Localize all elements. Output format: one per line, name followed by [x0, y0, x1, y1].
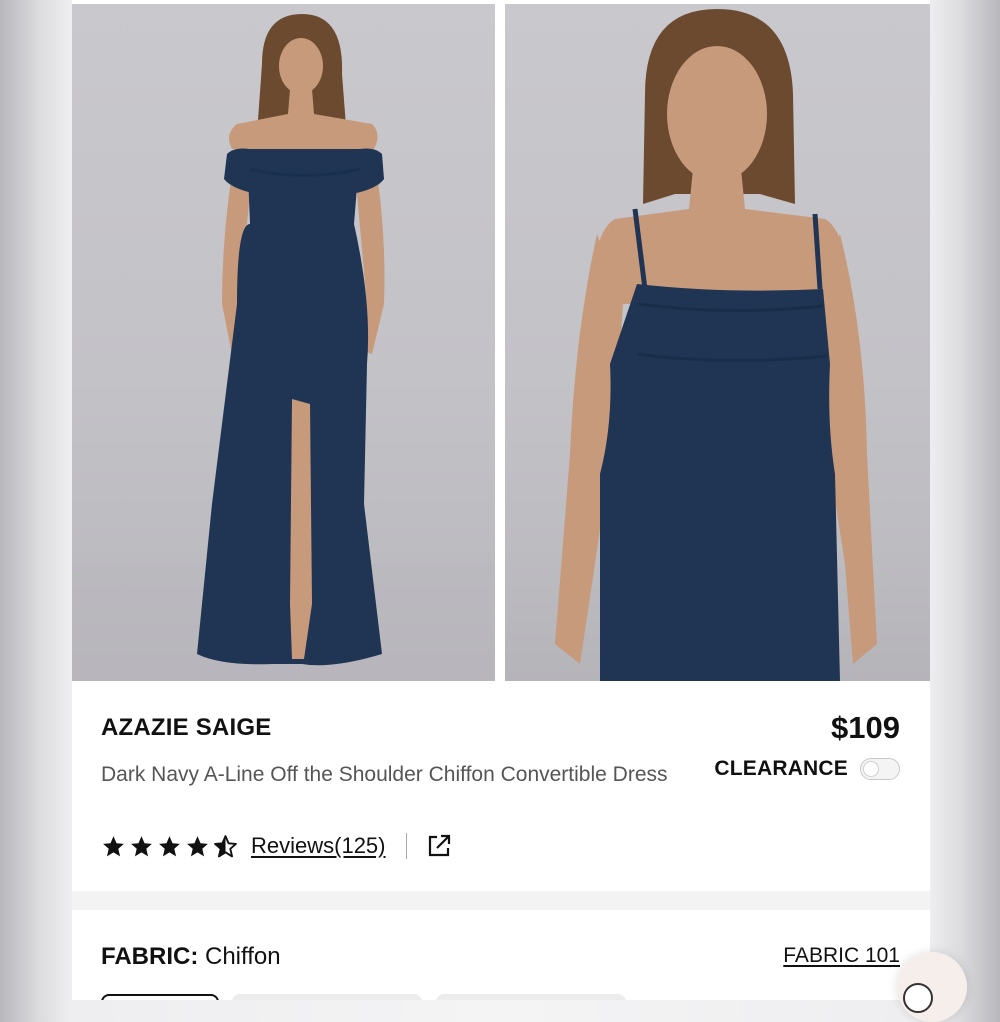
- section-divider: [72, 891, 930, 910]
- reviews-link[interactable]: Reviews(125): [251, 833, 386, 859]
- fabric-section: FABRIC: Chiffon FABRIC 101: [72, 910, 930, 1000]
- chat-icon[interactable]: [903, 983, 933, 1013]
- rating-row: Reviews(125): [101, 829, 453, 863]
- fabric-option[interactable]: [232, 994, 422, 1000]
- product-image-gallery: [72, 4, 930, 681]
- star-icon: [129, 834, 154, 859]
- product-image-closeup[interactable]: [505, 4, 930, 681]
- fabric-101-link[interactable]: FABRIC 101: [783, 944, 900, 968]
- divider: [405, 833, 407, 859]
- toggle-knob: [863, 760, 879, 777]
- fabric-option-selected[interactable]: [101, 994, 219, 1000]
- product-price: $109: [831, 710, 900, 745]
- clearance-label: CLEARANCE: [714, 757, 848, 780]
- product-image-full-length[interactable]: [72, 4, 495, 681]
- product-brand: AZAZIE SAIGE: [101, 714, 272, 741]
- star-icon: [101, 834, 126, 859]
- fabric-option[interactable]: [436, 994, 626, 1000]
- clearance-toggle[interactable]: [860, 758, 900, 780]
- rating-stars: [101, 834, 238, 859]
- clearance-row: CLEARANCE: [714, 757, 900, 781]
- fabric-label-key: FABRIC:: [101, 943, 199, 970]
- product-info: AZAZIE SAIGE $109 Dark Navy A-Line Off t…: [72, 681, 930, 891]
- product-card: AZAZIE SAIGE $109 Dark Navy A-Line Off t…: [72, 0, 930, 1000]
- star-icon: [185, 834, 210, 859]
- half-star-icon: [213, 834, 238, 859]
- star-icon: [157, 834, 182, 859]
- external-link-icon[interactable]: [425, 832, 453, 860]
- fabric-value: Chiffon: [205, 943, 281, 970]
- product-name: Dark Navy A-Line Off the Shoulder Chiffo…: [101, 763, 668, 786]
- fabric-label: FABRIC: Chiffon: [101, 943, 281, 971]
